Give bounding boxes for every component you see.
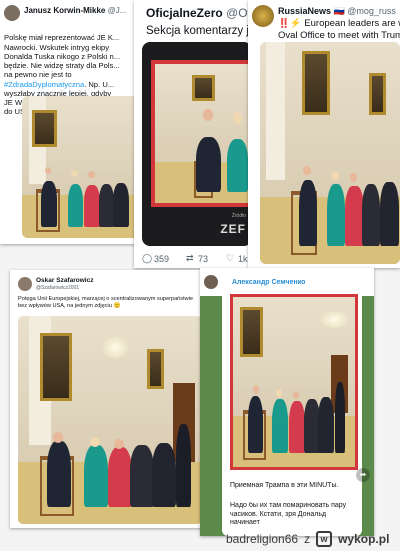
message-photo[interactable] <box>230 294 358 470</box>
telegram-card-semchenko[interactable]: Александр Семченко Приемная Трампа в эти… <box>200 268 374 536</box>
tweet-text: Potęga Unii Europejskiej, marzącej o sce… <box>18 296 194 309</box>
forward-icon[interactable]: ➦ <box>356 468 370 482</box>
tweet-card-russianews[interactable]: RussiaNews 🇷🇺 @mog_russ ‼️⚡ European lea… <box>248 0 400 268</box>
hashtag-link[interactable]: #ZdradaDyplomatyczna <box>4 80 84 89</box>
watermark-user: badreligion66 <box>226 532 299 546</box>
author-handle: @J... <box>107 6 127 15</box>
tweet-card-oficjalnezero[interactable]: OficjalneZero @Of Sekcja komentarzy jes … <box>134 0 252 268</box>
retweet-count: 73 <box>198 254 209 264</box>
tv-logo: ZEF <box>220 221 246 236</box>
tv-source-caption: Źródło <box>231 213 246 220</box>
reply-icon[interactable]: ◯ <box>142 253 152 264</box>
avatar[interactable] <box>252 5 274 27</box>
telegram-message[interactable]: Приемная Трампа в эти MINUTы. Надо бы их… <box>222 290 362 536</box>
tweet-card-korwin[interactable]: Janusz Korwin-Mikke @J... Polskę miał re… <box>0 0 148 244</box>
author-name[interactable]: Oskar Szafarowicz <box>36 277 201 284</box>
author-name[interactable]: RussiaNews 🇷🇺 @mog_russ <box>278 6 400 17</box>
wykop-logo-icon: w <box>316 531 333 547</box>
channel-name[interactable]: Александр Семченко <box>232 279 372 286</box>
author-handle: @Szafarowicz2001 <box>36 285 80 291</box>
like-count: 1k <box>238 254 248 264</box>
tweet-text: Sekcja komentarzy jes <box>146 25 252 37</box>
reply-count: 359 <box>154 254 170 264</box>
avatar[interactable] <box>204 275 218 289</box>
author-name[interactable]: OficjalneZero @Of <box>146 6 252 20</box>
author-name[interactable]: Janusz Korwin-Mikke @J... <box>24 6 146 15</box>
tweet-card-szafarowicz[interactable]: Oskar Szafarowicz @Szafarowicz2001 Potęg… <box>10 270 206 528</box>
watermark: badreligion66 z w wykop.pl <box>226 528 389 550</box>
tweet-photo[interactable] <box>260 42 400 264</box>
tweet-photo[interactable] <box>18 316 202 524</box>
tweet-photo[interactable]: Źródło ZEF <box>142 42 252 246</box>
message-title: Приемная Трампа в эти MINUTы. <box>230 482 339 489</box>
retweet-icon[interactable]: ⇄ <box>186 253 194 264</box>
like-icon[interactable]: ♡ <box>226 253 234 264</box>
watermark-brand: wykop.pl <box>338 532 390 546</box>
tweet-text: ‼️⚡ European leaders are w Oval Office t… <box>278 18 400 41</box>
avatar[interactable] <box>18 277 32 291</box>
author-handle: @mog_russ <box>347 6 396 16</box>
tweet-photo[interactable] <box>22 96 142 238</box>
avatar[interactable] <box>4 5 20 21</box>
watermark-separator: z <box>304 532 311 546</box>
